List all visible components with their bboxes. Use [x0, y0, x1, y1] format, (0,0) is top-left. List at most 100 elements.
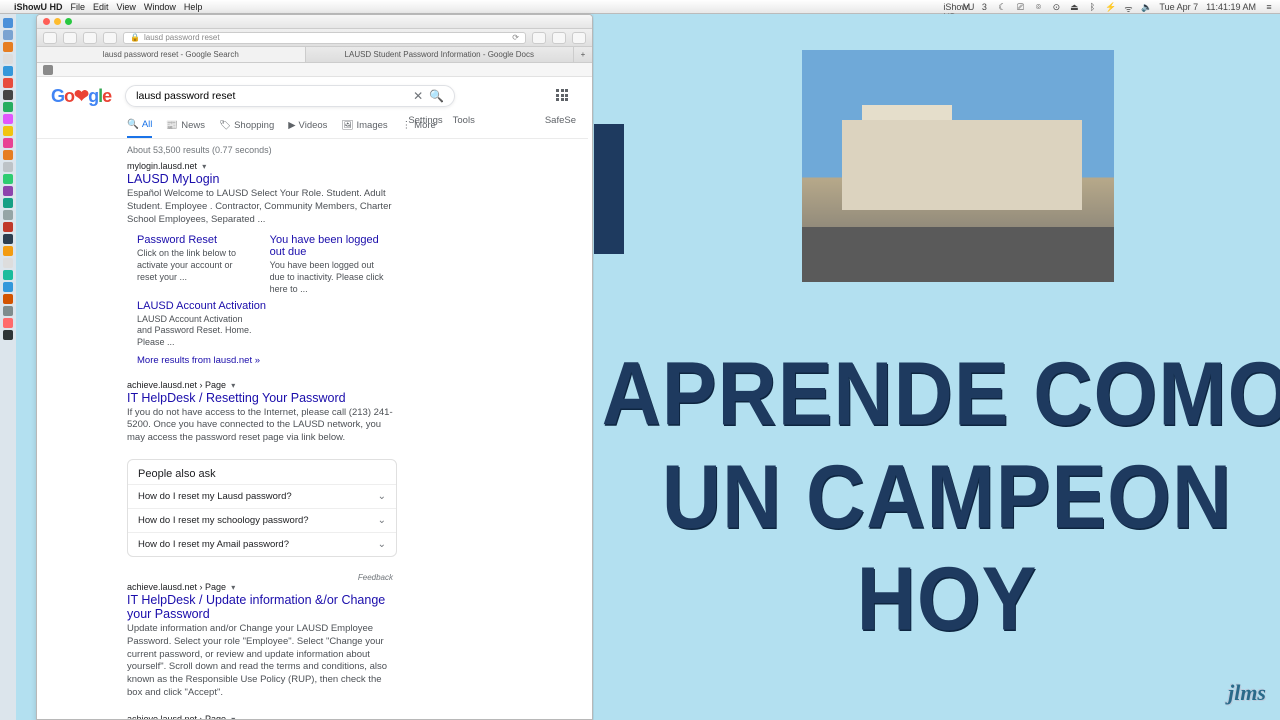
- menubar-time[interactable]: 11:41:19 AM: [1206, 2, 1256, 12]
- new-tab-button[interactable]: +: [574, 47, 592, 62]
- dock-app-icon[interactable]: [3, 198, 13, 208]
- cite-dropdown-icon[interactable]: ▾: [229, 381, 235, 390]
- nav-shopping[interactable]: 🏷 Shopping: [219, 115, 274, 138]
- cite-dropdown-icon[interactable]: ▾: [229, 715, 235, 719]
- headline-line2: UN CAMPEON: [594, 441, 1280, 554]
- nav-videos[interactable]: ▶ Videos: [288, 115, 327, 138]
- browser-tab[interactable]: LAUSD Student Password Information - Goo…: [306, 47, 575, 62]
- dock-app-icon[interactable]: [3, 114, 13, 124]
- share-button[interactable]: [103, 32, 117, 44]
- dock-app-icon[interactable]: [3, 126, 13, 136]
- paa-question[interactable]: How do I reset my Amail password?⌄: [128, 532, 396, 556]
- nav-tools[interactable]: Tools: [453, 115, 475, 126]
- result-title[interactable]: LAUSD MyLogin: [127, 172, 397, 186]
- menu-window[interactable]: Window: [144, 2, 176, 12]
- dock-app-icon[interactable]: [3, 138, 13, 148]
- dock-app-icon[interactable]: [3, 54, 13, 64]
- result-title[interactable]: IT HelpDesk / Update information &/or Ch…: [127, 593, 397, 621]
- google-apps-icon[interactable]: [556, 89, 570, 103]
- dock-app-icon[interactable]: [3, 330, 13, 340]
- status-timemachine-icon[interactable]: ⊙: [1051, 2, 1061, 12]
- status-bluetooth-icon[interactable]: ᛒ: [1087, 2, 1097, 12]
- nav-all[interactable]: 🔍 All: [127, 115, 152, 138]
- maximize-window-icon[interactable]: [65, 18, 72, 25]
- dock-app-icon[interactable]: [3, 90, 13, 100]
- menu-edit[interactable]: Edit: [93, 2, 109, 12]
- browser-toolbar: 🔒 lausd password reset ⟳: [37, 29, 592, 47]
- feedback-link[interactable]: Feedback: [127, 571, 397, 582]
- banner-edge: [594, 124, 624, 254]
- cite-dropdown-icon[interactable]: ▾: [229, 583, 235, 592]
- nav-news[interactable]: 📰 News: [166, 115, 205, 138]
- status-sync-icon[interactable]: ⌾: [1033, 2, 1043, 12]
- browser-tab[interactable]: lausd password reset - Google Search: [37, 47, 306, 62]
- address-bar[interactable]: 🔒 lausd password reset ⟳: [123, 32, 526, 44]
- menu-file[interactable]: File: [71, 2, 86, 12]
- newtab-button[interactable]: [552, 32, 566, 44]
- dock-finder-icon[interactable]: [3, 18, 13, 28]
- dock-app-icon[interactable]: [3, 270, 13, 280]
- sitelink-title[interactable]: LAUSD Account Activation: [137, 300, 266, 312]
- back-button[interactable]: [63, 32, 77, 44]
- status-dnd-icon[interactable]: ☾: [997, 2, 1007, 12]
- slide-headline: APRENDE COMO UN CAMPEON HOY: [594, 344, 1280, 652]
- search-icon[interactable]: 🔍: [429, 89, 444, 103]
- minimize-window-icon[interactable]: [54, 18, 61, 25]
- dock-mail-icon[interactable]: [3, 66, 13, 76]
- dock-app-icon[interactable]: [3, 210, 13, 220]
- status-volume-icon[interactable]: 🔈: [1141, 2, 1151, 12]
- paa-question[interactable]: How do I reset my schoology password?⌄: [128, 508, 396, 532]
- dock-app-icon[interactable]: [3, 246, 13, 256]
- sitelink-title[interactable]: You have been logged out due: [270, 234, 397, 258]
- dock-app-icon[interactable]: [3, 282, 13, 292]
- app-name[interactable]: iShowU HD: [14, 2, 63, 12]
- dock-app-icon[interactable]: [3, 258, 13, 268]
- nav-settings[interactable]: Settings: [408, 115, 442, 126]
- sitelink-title[interactable]: Password Reset: [137, 234, 240, 246]
- paa-question[interactable]: How do I reset my Lausd password?⌄: [128, 484, 396, 508]
- google-logo[interactable]: Go❤gle: [51, 86, 111, 107]
- reader-view-icon[interactable]: [43, 65, 53, 75]
- tabs-button[interactable]: [572, 32, 586, 44]
- dock-app-icon[interactable]: [3, 186, 13, 196]
- status-eject-icon[interactable]: ⏏: [1069, 2, 1079, 12]
- dock-app-icon[interactable]: [3, 102, 13, 112]
- cite-dropdown-icon[interactable]: ▾: [200, 162, 206, 171]
- menubar-date[interactable]: Tue Apr 7: [1159, 2, 1198, 12]
- dock-app-icon[interactable]: [3, 318, 13, 328]
- dock-app-icon[interactable]: [3, 150, 13, 160]
- status-m[interactable]: M: [961, 2, 971, 12]
- dock-app-icon[interactable]: [3, 174, 13, 184]
- status-3[interactable]: 3: [979, 2, 989, 12]
- forward-button[interactable]: [83, 32, 97, 44]
- close-window-icon[interactable]: [43, 18, 50, 25]
- status-wifi-icon[interactable]: ᯤ: [1123, 2, 1133, 12]
- status-battery-icon[interactable]: ⚡: [1105, 2, 1115, 12]
- dock-app-icon[interactable]: [3, 78, 13, 88]
- status-ishowu[interactable]: iShowU HD: [943, 2, 953, 12]
- nav-images[interactable]: 🖼 Images: [341, 115, 387, 138]
- status-menu-icon[interactable]: ≡: [1264, 2, 1274, 12]
- menu-view[interactable]: View: [117, 2, 136, 12]
- sidebar-toggle-button[interactable]: [43, 32, 57, 44]
- result-title[interactable]: IT HelpDesk / Resetting Your Password: [127, 391, 397, 405]
- dock-app-icon[interactable]: [3, 234, 13, 244]
- status-display-icon[interactable]: ⎚: [1015, 2, 1025, 12]
- dock-app-icon[interactable]: [3, 162, 13, 172]
- dock-safari-icon[interactable]: [3, 30, 13, 40]
- nav-safesearch[interactable]: SafeSe: [545, 115, 576, 126]
- download-button[interactable]: [532, 32, 546, 44]
- dock-app-icon[interactable]: [3, 222, 13, 232]
- more-results-link[interactable]: More results from lausd.net »: [137, 355, 397, 366]
- dock-app-icon[interactable]: [3, 294, 13, 304]
- dock-app-icon[interactable]: [3, 306, 13, 316]
- clear-search-icon[interactable]: ✕: [407, 89, 429, 103]
- search-input[interactable]: [136, 90, 407, 102]
- menu-help[interactable]: Help: [184, 2, 203, 12]
- reload-icon[interactable]: ⟳: [512, 33, 519, 42]
- sitelink: Password Reset Click on the link below t…: [137, 234, 240, 295]
- dock-app-icon[interactable]: [3, 42, 13, 52]
- search-box[interactable]: ✕ 🔍: [125, 85, 455, 107]
- sitelink-snippet: Click on the link below to activate your…: [137, 248, 240, 283]
- search-result: achieve.lausd.net › Page ▾ IT HelpDesk /…: [127, 582, 397, 700]
